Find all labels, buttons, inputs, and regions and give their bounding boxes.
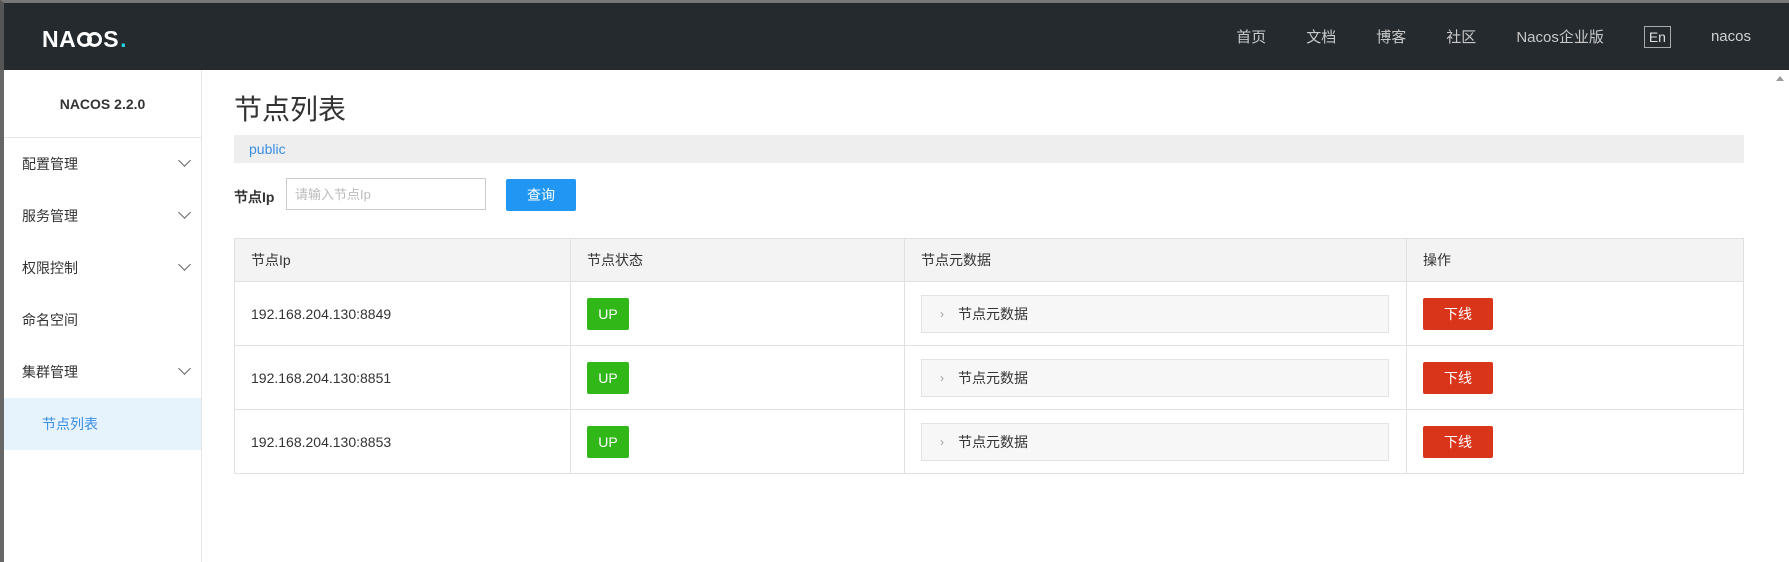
scroll-up-icon[interactable] xyxy=(1776,76,1784,81)
node-metadata-cell: › 节点元数据 xyxy=(904,345,1407,410)
table-header-row: 节点Ip 节点状态 节点元数据 操作 xyxy=(234,238,1744,282)
actions-cell: 下线 xyxy=(1406,409,1744,474)
nav-blog[interactable]: 博客 xyxy=(1376,26,1406,47)
status-badge: UP xyxy=(587,297,629,330)
header-node-metadata: 节点元数据 xyxy=(904,238,1407,282)
sidebar-item-auth[interactable]: 权限控制 xyxy=(4,242,201,294)
metadata-label: 节点元数据 xyxy=(958,305,1028,322)
chevron-down-icon xyxy=(178,258,191,271)
sidebar-subitem-node-list[interactable]: 节点列表 xyxy=(4,398,201,450)
top-nav-links: 首页 文档 博客 社区 Nacos企业版 En nacos xyxy=(1236,3,1789,70)
sidebar-item-namespace[interactable]: 命名空间 xyxy=(4,294,201,346)
user-menu[interactable]: nacos xyxy=(1711,28,1751,45)
node-metadata-cell: › 节点元数据 xyxy=(904,281,1407,346)
page-title: 节点列表 xyxy=(234,94,347,125)
table-row: 192.168.204.130:8853 UP › 节点元数据 下线 xyxy=(234,409,1744,474)
node-table: 节点Ip 节点状态 节点元数据 操作 192.168.204.130:8849 … xyxy=(234,238,1744,474)
sidebar-item-label: 服务管理 xyxy=(22,208,78,224)
sidebar-item-cluster[interactable]: 集群管理 xyxy=(4,346,201,398)
node-ip-cell: 192.168.204.130:8851 xyxy=(234,345,571,410)
metadata-expander[interactable]: › 节点元数据 xyxy=(921,358,1389,397)
header-node-status: 节点状态 xyxy=(570,238,905,282)
table-row: 192.168.204.130:8851 UP › 节点元数据 下线 xyxy=(234,345,1744,410)
nacos-logo[interactable]: NA S . xyxy=(42,24,127,54)
chevron-right-icon: › xyxy=(940,370,944,385)
metadata-expander[interactable]: › 节点元数据 xyxy=(921,422,1389,461)
actions-cell: 下线 xyxy=(1406,281,1744,346)
search-label: 节点Ip xyxy=(234,189,275,205)
node-metadata-cell: › 节点元数据 xyxy=(904,409,1407,474)
logo-text-na: NA xyxy=(42,25,77,52)
chevron-down-icon xyxy=(178,362,191,375)
sidebar-item-label: 权限控制 xyxy=(22,260,78,276)
sidebar-item-label: 集群管理 xyxy=(22,364,78,380)
status-badge: UP xyxy=(587,425,629,458)
logo-text-s: S xyxy=(103,25,120,52)
logo-circles-icon xyxy=(77,31,103,47)
offline-button[interactable]: 下线 xyxy=(1423,297,1493,330)
status-badge: UP xyxy=(587,361,629,394)
offline-button[interactable]: 下线 xyxy=(1423,425,1493,458)
version-label: NACOS 2.2.0 xyxy=(4,70,201,138)
namespace-bar: public xyxy=(234,135,1744,163)
node-ip-search-input[interactable] xyxy=(286,178,486,210)
node-status-cell: UP xyxy=(570,409,905,474)
sidebar-item-label: 命名空间 xyxy=(22,312,78,328)
table-row: 192.168.204.130:8849 UP › 节点元数据 下线 xyxy=(234,281,1744,346)
top-navbar: NA S . 首页 文档 博客 社区 Nacos企业版 En nacos xyxy=(0,0,1789,70)
sidebar-item-label: 配置管理 xyxy=(22,156,78,172)
header-actions: 操作 xyxy=(1406,238,1744,282)
metadata-label: 节点元数据 xyxy=(958,433,1028,450)
page-scrollbar[interactable] xyxy=(1771,70,1789,562)
node-status-cell: UP xyxy=(570,345,905,410)
node-ip-cell: 192.168.204.130:8853 xyxy=(234,409,571,474)
nav-docs[interactable]: 文档 xyxy=(1306,26,1336,47)
offline-button[interactable]: 下线 xyxy=(1423,361,1493,394)
search-button[interactable]: 查询 xyxy=(506,179,576,211)
sidebar-item-config[interactable]: 配置管理 xyxy=(4,138,201,190)
header-node-ip: 节点Ip xyxy=(234,238,571,282)
chevron-right-icon: › xyxy=(940,434,944,449)
sidebar: NACOS 2.2.0 配置管理 服务管理 权限控制 命名空间 集群管理 节点列… xyxy=(0,70,202,562)
node-ip-cell: 192.168.204.130:8849 xyxy=(234,281,571,346)
node-status-cell: UP xyxy=(570,281,905,346)
nav-enterprise[interactable]: Nacos企业版 xyxy=(1516,26,1604,47)
language-switch-button[interactable]: En xyxy=(1643,25,1671,48)
nav-home[interactable]: 首页 xyxy=(1236,26,1266,47)
nav-community[interactable]: 社区 xyxy=(1446,26,1476,47)
chevron-down-icon xyxy=(178,206,191,219)
chevron-right-icon: › xyxy=(940,306,944,321)
actions-cell: 下线 xyxy=(1406,345,1744,410)
sidebar-item-service[interactable]: 服务管理 xyxy=(4,190,201,242)
metadata-label: 节点元数据 xyxy=(958,369,1028,386)
metadata-expander[interactable]: › 节点元数据 xyxy=(921,294,1389,333)
namespace-link-public[interactable]: public xyxy=(249,141,286,157)
logo-dot: . xyxy=(120,25,127,52)
chevron-down-icon xyxy=(178,154,191,167)
